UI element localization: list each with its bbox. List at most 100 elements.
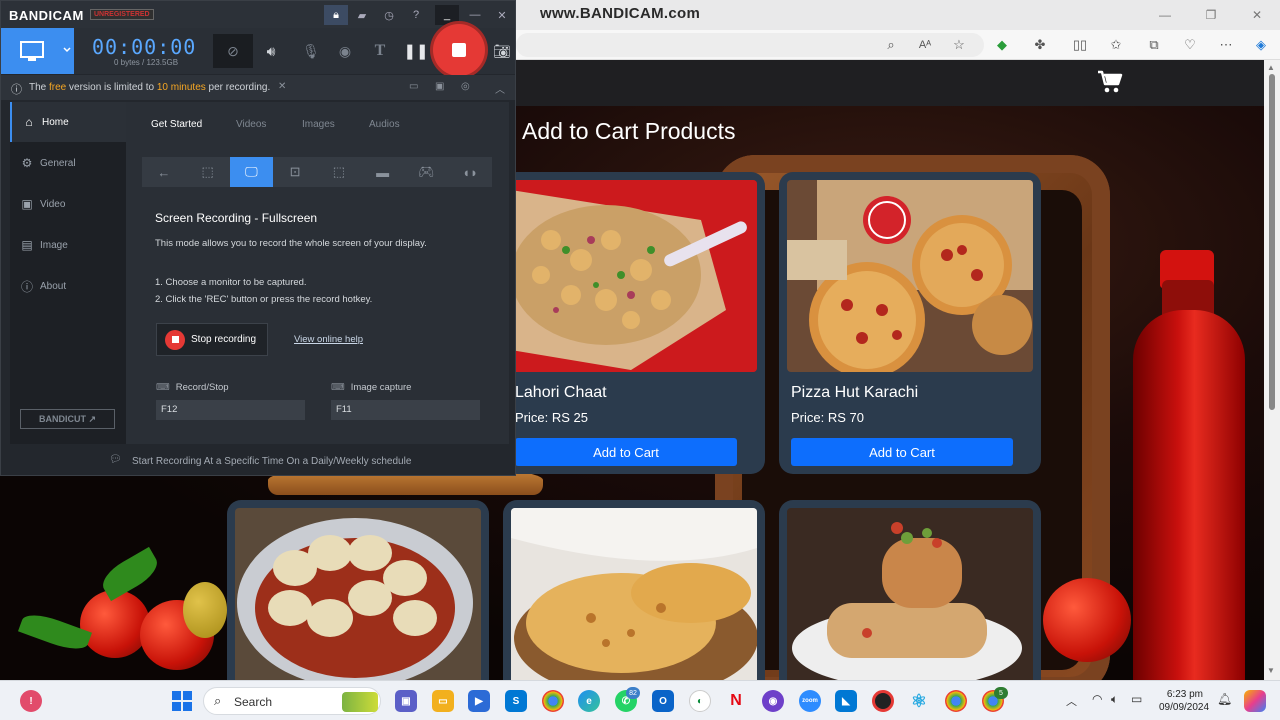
- gamepad-icon[interactable]: 🎮︎: [405, 157, 449, 187]
- weather-widget-icon[interactable]: !: [20, 690, 42, 712]
- file-size-readout: 0 bytes / 123.5GB: [114, 58, 179, 67]
- back-arrow-icon[interactable]: ←: [142, 157, 186, 187]
- page-scrollbar[interactable]: ▲ ▼: [1264, 60, 1280, 680]
- file-explorer-icon[interactable]: ▭: [432, 690, 454, 712]
- rectangle-area-icon[interactable]: ⬚: [317, 157, 361, 187]
- netflix-icon[interactable]: N: [725, 690, 747, 712]
- sidebar-item-about[interactable]: ⓘ About: [10, 266, 126, 306]
- cart-icon[interactable]: [1097, 70, 1123, 94]
- copilot-icon[interactable]: ◈: [1252, 36, 1270, 54]
- tab-images[interactable]: Images: [302, 119, 335, 130]
- folder-icon[interactable]: ▰: [350, 5, 374, 25]
- battery-icon[interactable]: ▭: [1131, 692, 1142, 706]
- chrome-profile-icon[interactable]: [945, 690, 967, 712]
- speaker-icon[interactable]: 🔊︎: [260, 40, 282, 62]
- extension-icon[interactable]: ◆: [993, 36, 1011, 54]
- sidebar-item-general[interactable]: ⚙ General: [10, 143, 126, 183]
- notification-bell-icon[interactable]: 🔔︎: [1217, 692, 1232, 706]
- select-area-icon[interactable]: ⬚: [186, 157, 230, 187]
- mode-description: This mode allows you to record the whole…: [155, 238, 427, 249]
- schedule-text[interactable]: Start Recording At a Specific Time On a …: [132, 456, 411, 467]
- clock-time: 6:23 pm: [1166, 689, 1203, 700]
- view-online-help-link[interactable]: View online help: [294, 334, 363, 345]
- zoom-icon[interactable]: ⌕: [882, 36, 900, 54]
- clock-icon[interactable]: ◷: [377, 5, 401, 25]
- close-icon[interactable]: ✕: [490, 5, 514, 25]
- pause-icon[interactable]: ❚❚: [403, 40, 428, 62]
- scroll-up-icon[interactable]: ▲: [1267, 63, 1275, 72]
- wifi-icon[interactable]: ◠: [1092, 692, 1102, 706]
- minimize-icon[interactable]: —: [463, 5, 487, 25]
- extensions-puzzle-icon[interactable]: ✤: [1031, 36, 1049, 54]
- tray-clock[interactable]: 6:23 pm 09/09/2024: [1159, 688, 1209, 714]
- scroll-down-icon[interactable]: ▼: [1267, 666, 1275, 675]
- edge-icon[interactable]: e: [578, 690, 600, 712]
- help-icon[interactable]: ?: [404, 5, 428, 25]
- image-capture-hotkey-field[interactable]: F11: [331, 400, 480, 420]
- close-notice-icon[interactable]: ✕: [278, 81, 286, 92]
- microphone-off-icon[interactable]: 🎙︎: [300, 40, 322, 62]
- address-bar[interactable]: [516, 33, 984, 57]
- github-icon[interactable]: ◉: [762, 690, 784, 712]
- stop-recording-button[interactable]: Stop recording: [156, 323, 268, 356]
- audio-mode-icon[interactable]: ◎: [461, 81, 470, 92]
- tray-overflow-icon[interactable]: ︿: [1066, 693, 1077, 709]
- skype-icon[interactable]: S: [505, 690, 527, 712]
- product-image-momos: [235, 508, 481, 680]
- add-to-cart-button[interactable]: Add to Cart: [791, 438, 1013, 466]
- more-menu-icon[interactable]: ⋯: [1217, 36, 1235, 54]
- mouse-click-effect-icon[interactable]: ◉: [334, 40, 356, 62]
- image-mode-icon[interactable]: ▣: [435, 81, 444, 92]
- split-screen-icon[interactable]: ▯▯: [1071, 36, 1089, 54]
- record-stop-button[interactable]: [433, 24, 485, 76]
- minimize-icon[interactable]: —: [1142, 0, 1188, 30]
- tab-videos[interactable]: Videos: [236, 119, 266, 130]
- maximize-icon[interactable]: ❐: [1188, 0, 1234, 30]
- collapse-icon[interactable]: ︿: [495, 81, 505, 96]
- hdmi-device-icon[interactable]: ▬: [361, 157, 405, 187]
- bandicut-button[interactable]: BANDICUT ↗: [20, 409, 115, 429]
- outlook-icon[interactable]: O: [652, 690, 674, 712]
- tab-audios[interactable]: Audios: [369, 119, 400, 130]
- favorite-star-icon[interactable]: ☆: [950, 36, 968, 54]
- zoom-icon[interactable]: zoom: [799, 690, 821, 712]
- collections-icon[interactable]: ⧉: [1145, 36, 1163, 54]
- chrome-icon[interactable]: [542, 690, 564, 712]
- mode-title: Screen Recording - Fullscreen: [155, 211, 318, 225]
- scrollbar-thumb[interactable]: [1269, 74, 1275, 410]
- add-to-cart-button[interactable]: Add to Cart: [515, 438, 737, 466]
- product-name: Lahori Chaat: [515, 384, 607, 401]
- volume-icon[interactable]: 🔈︎: [1111, 692, 1118, 707]
- webcam-off-icon[interactable]: ⊘: [213, 34, 253, 68]
- tab-get-started[interactable]: Get Started: [151, 119, 202, 130]
- bandicam-titlebar[interactable]: BANDICAM UNREGISTERED 🔒︎ ▰ ◷ ? _ — ✕: [1, 1, 515, 28]
- info-icon: ⓘ: [20, 279, 33, 294]
- favorites-icon[interactable]: ✩: [1107, 36, 1125, 54]
- react-icon[interactable]: ⚛: [908, 690, 930, 712]
- vscode-icon[interactable]: ◣: [835, 690, 857, 712]
- screen-mode-button[interactable]: [1, 28, 74, 74]
- sidebar-item-video[interactable]: ▣ Video: [10, 184, 126, 224]
- around-mouse-icon[interactable]: ⊡: [273, 157, 317, 187]
- sidebar-item-home[interactable]: ⌂ Home: [10, 102, 126, 142]
- audio-only-icon[interactable]: ◖◗: [448, 157, 492, 187]
- fullscreen-monitor-icon[interactable]: 🖵︎: [229, 157, 274, 187]
- copilot-tray-icon[interactable]: [1244, 690, 1266, 712]
- copilot-app-icon[interactable]: ▶: [468, 690, 490, 712]
- text-overlay-icon[interactable]: T: [369, 40, 391, 62]
- lock-icon[interactable]: 🔒︎: [324, 5, 348, 25]
- app-icon[interactable]: ◐: [689, 690, 711, 712]
- start-button[interactable]: [171, 690, 193, 712]
- teams-icon[interactable]: ▣: [395, 690, 417, 712]
- record-stop-hotkey-field[interactable]: F12: [156, 400, 305, 420]
- browser-essentials-icon[interactable]: ♡: [1181, 36, 1199, 54]
- taskbar-search[interactable]: ⌕ Search: [203, 687, 381, 715]
- camera-capture-icon[interactable]: 📷︎: [491, 40, 513, 62]
- close-icon[interactable]: ✕: [1234, 0, 1280, 30]
- bandicam-taskbar-icon[interactable]: [872, 690, 894, 712]
- sidebar-item-image[interactable]: ▤ Image: [10, 225, 126, 265]
- video-mode-icon[interactable]: ▭: [409, 81, 418, 92]
- read-aloud-icon[interactable]: Aᴬ: [916, 36, 934, 54]
- minimize-icon[interactable]: _: [435, 5, 459, 25]
- schedule-bar[interactable]: 💬︎ Start Recording At a Specific Time On…: [1, 447, 515, 475]
